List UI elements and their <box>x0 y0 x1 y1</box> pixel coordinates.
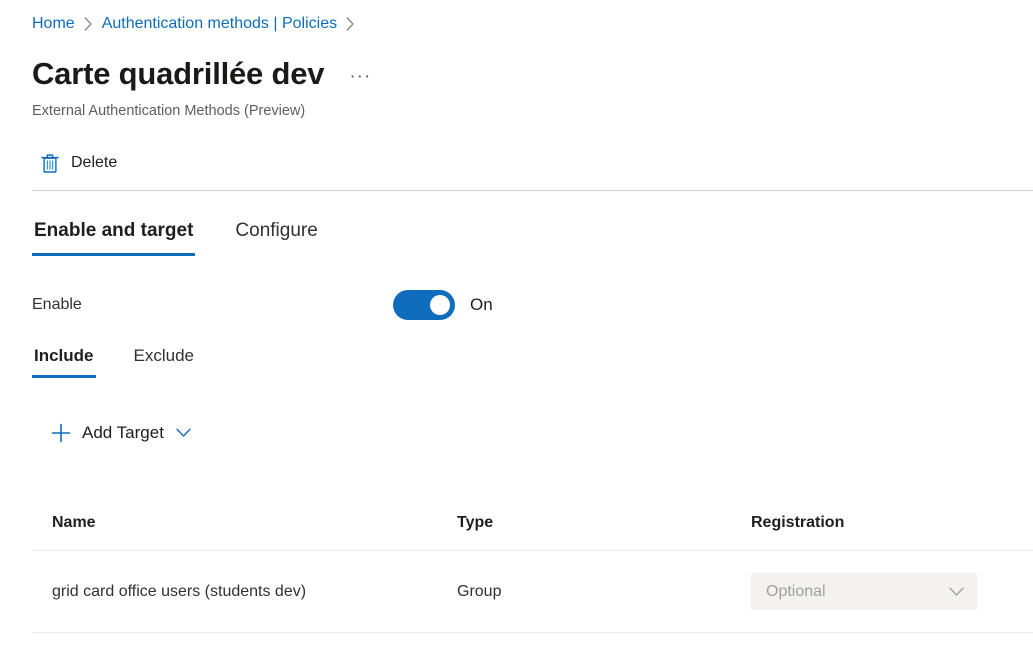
column-header-name: Name <box>32 512 457 534</box>
add-target-button[interactable]: Add Target <box>42 416 200 450</box>
overflow-menu-label: ··· <box>349 74 371 80</box>
targets-table: Name Type Registration grid card office … <box>32 495 1033 633</box>
tab-list: Enable and target Configure <box>32 218 320 256</box>
chevron-right-icon-trailing <box>346 17 355 31</box>
enable-label: Enable <box>32 294 82 316</box>
plus-icon <box>50 422 72 444</box>
registration-dropdown-value: Optional <box>766 582 826 602</box>
cell-type: Group <box>457 581 751 603</box>
trash-icon <box>38 151 62 175</box>
breadcrumb: Home Authentication methods | Policies <box>32 13 364 35</box>
toolbar-divider <box>32 190 1033 191</box>
enable-toggle[interactable] <box>393 290 455 320</box>
registration-dropdown[interactable]: Optional <box>751 573 977 610</box>
tab-include[interactable]: Include <box>32 344 96 378</box>
breadcrumb-item-home[interactable]: Home <box>32 13 75 35</box>
enable-toggle-group: On <box>393 290 493 320</box>
chevron-down-icon <box>948 584 964 600</box>
enable-row: Enable On <box>32 294 512 316</box>
column-header-registration: Registration <box>751 512 1033 534</box>
chevron-right-icon <box>84 17 93 31</box>
table-header-row: Name Type Registration <box>32 495 1033 551</box>
page-title: Carte quadrillée dev <box>32 54 324 94</box>
chevron-down-icon[interactable] <box>176 425 192 441</box>
table-row[interactable]: grid card office users (students dev) Gr… <box>32 551 1033 633</box>
toggle-knob <box>430 295 450 315</box>
page-subtitle: External Authentication Methods (Preview… <box>32 101 305 121</box>
column-header-type: Type <box>457 512 751 534</box>
enable-toggle-state: On <box>470 294 493 316</box>
target-pivot-list: Include Exclude <box>32 344 232 378</box>
page-title-row: Carte quadrillée dev ··· <box>32 54 374 94</box>
tab-configure[interactable]: Configure <box>233 218 319 256</box>
add-target-label: Add Target <box>82 422 164 444</box>
cell-registration: Optional <box>751 573 1033 610</box>
command-bar: Delete <box>32 145 127 181</box>
tab-exclude[interactable]: Exclude <box>132 344 196 378</box>
delete-button-label: Delete <box>71 152 117 174</box>
breadcrumb-item-authentication-methods-policies[interactable]: Authentication methods | Policies <box>102 13 337 35</box>
tab-enable-and-target[interactable]: Enable and target <box>32 218 195 256</box>
delete-button[interactable]: Delete <box>32 145 127 181</box>
ellipsis-icon[interactable]: ··· <box>346 63 374 91</box>
cell-name: grid card office users (students dev) <box>32 581 457 603</box>
